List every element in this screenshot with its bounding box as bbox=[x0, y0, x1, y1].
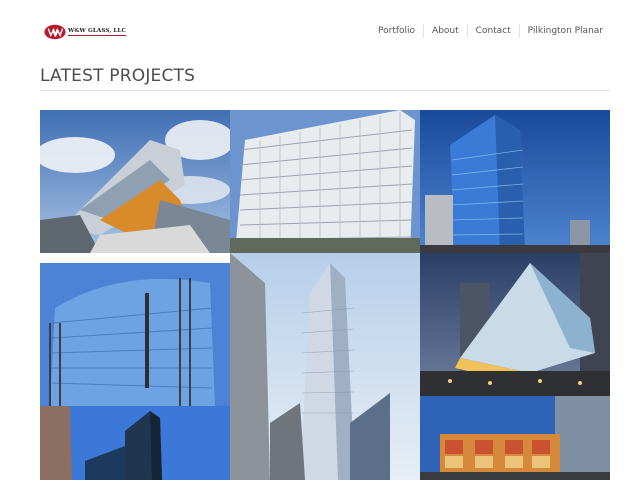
project-tile-7[interactable] bbox=[40, 406, 230, 480]
title-divider bbox=[40, 90, 610, 91]
project-tile-8[interactable] bbox=[420, 396, 610, 480]
project-image-2 bbox=[230, 110, 420, 253]
project-tile-3[interactable] bbox=[420, 110, 610, 253]
project-image-6 bbox=[420, 253, 610, 396]
logo-text: W&W GLASS, LLC bbox=[68, 28, 126, 36]
nav-item-portfolio[interactable]: Portfolio bbox=[370, 24, 423, 38]
project-tile-2[interactable] bbox=[230, 110, 420, 253]
project-tile-1[interactable] bbox=[40, 110, 230, 253]
project-tile-6[interactable] bbox=[420, 253, 610, 396]
main-nav: Portfolio About Contact Pilkington Plana… bbox=[370, 24, 603, 38]
page-title: LATEST PROJECTS bbox=[40, 66, 196, 86]
nav-item-contact[interactable]: Contact bbox=[466, 24, 519, 38]
project-image-4 bbox=[40, 263, 230, 406]
nav-item-about[interactable]: About bbox=[423, 24, 467, 38]
nav-item-pilkington-planar[interactable]: Pilkington Planar bbox=[518, 24, 603, 38]
project-image-5 bbox=[230, 253, 420, 480]
site-logo[interactable]: W&W GLASS, LLC bbox=[44, 23, 126, 41]
logo-mark-icon bbox=[44, 24, 66, 40]
project-image-3 bbox=[420, 110, 610, 253]
project-tile-5[interactable] bbox=[230, 253, 420, 480]
project-tile-4[interactable] bbox=[40, 263, 230, 406]
project-image-8 bbox=[420, 396, 610, 480]
project-image-1 bbox=[40, 110, 230, 253]
project-image-7 bbox=[40, 406, 230, 480]
